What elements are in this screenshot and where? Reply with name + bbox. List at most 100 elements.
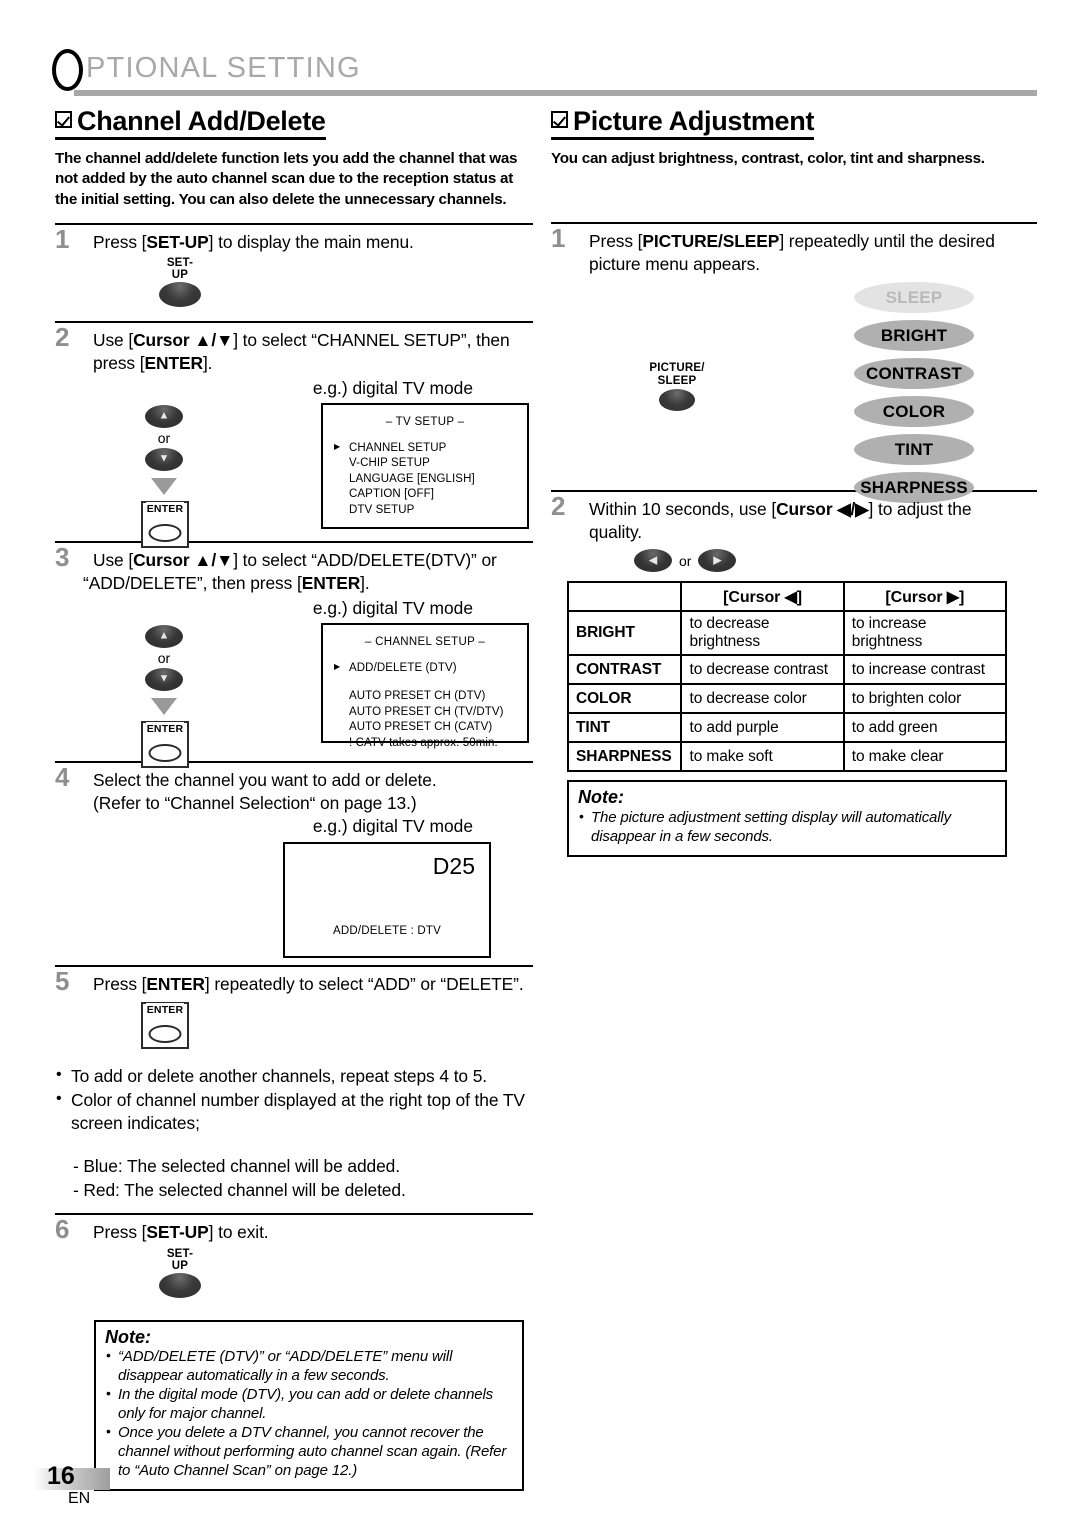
step-4-text-line1: Select the channel you want to add or de… <box>93 769 437 790</box>
picture-adjustment-title-text: Picture Adjustment <box>573 106 815 136</box>
note-list: The picture adjustment setting display w… <box>578 808 996 847</box>
step-3-or-label: or <box>157 649 171 666</box>
table-cell-right: to add green <box>842 712 1008 744</box>
tip-bullet: To add or delete another channels, repea… <box>55 1064 533 1088</box>
enter-button-icon[interactable]: ENTER <box>141 1002 189 1050</box>
setup-button-label: SET-UP <box>166 256 194 282</box>
enter-button-ellipse <box>148 743 182 762</box>
table-cell-right: to brighten color <box>842 683 1008 715</box>
cursor-left-button-icon[interactable]: ◀ <box>634 549 672 573</box>
cursor-down-button-icon[interactable]: ▼ <box>145 447 183 471</box>
cursor-up-button-icon[interactable]: ▲ <box>145 404 183 428</box>
osd-item: ! CATV takes approx. 50min. <box>349 737 498 750</box>
table-header-cursor-right: [Cursor ▶] <box>842 581 1008 613</box>
enter-button-icon[interactable]: ENTER <box>141 720 189 768</box>
page-language: EN <box>68 1490 91 1507</box>
setup-button-icon[interactable] <box>159 1272 201 1298</box>
step-4-number: 4 <box>55 761 70 792</box>
cursor-up-button-icon[interactable]: ▲ <box>145 624 183 648</box>
osd-title: – CHANNEL SETUP – <box>364 635 486 648</box>
cursor-lr-button-group: ◀ or ▶ <box>634 549 1037 573</box>
color-legend-item: - Red: The selected channel will be dele… <box>73 1179 406 1200</box>
left-column: Channel Add/Delete The channel add/delet… <box>55 106 533 1491</box>
step-3-remote-keys: ▲ or ▼ ENTER <box>141 624 189 768</box>
osd-item: CAPTION [OFF] <box>349 488 434 501</box>
osd-spacer <box>349 676 527 689</box>
osd-item: DTV SETUP <box>349 504 415 517</box>
table-row-name: SHARPNESS <box>566 741 683 773</box>
table-cell-left: to make soft <box>680 741 845 773</box>
menu-oval-sleep: SLEEP <box>854 282 974 314</box>
step-3-text-line2: “ADD/DELETE”, then press [ENTER]. <box>83 572 370 593</box>
table-cell-left: to decrease color <box>680 683 845 715</box>
table-row: BRIGHT to decrease brightness to increas… <box>566 610 1008 657</box>
channel-setup-osd-screen: – CHANNEL SETUP – ADD/DELETE (DTV) AUTO … <box>321 622 529 749</box>
picture-sleep-button-label-line2: SLEEP <box>657 374 697 387</box>
note-item: The picture adjustment setting display w… <box>578 808 996 847</box>
r-step-1-text-line1: Press [PICTURE/SLEEP] repeatedly until t… <box>589 231 995 252</box>
enter-button-label: ENTER <box>146 721 184 737</box>
menu-oval-tint: TINT <box>854 434 974 466</box>
osd-title: – TV SETUP – <box>385 415 465 428</box>
step-2-text-line2: press [ENTER]. <box>93 352 213 373</box>
menu-oval-bright: BRIGHT <box>854 320 974 352</box>
picture-sleep-button-label-line1: PICTURE/ <box>649 362 705 375</box>
tip-bullet: Color of channel number displayed at the… <box>55 1088 533 1136</box>
color-legend-item: - Blue: The selected channel will be add… <box>73 1156 400 1177</box>
table-cell-left: to decrease contrast <box>680 654 845 686</box>
picture-sleep-button-icon[interactable] <box>659 389 695 412</box>
osd-item-list: ADD/DELETE (DTV) AUTO PRESET CH (DTV) AU… <box>323 661 527 752</box>
enter-button-label: ENTER <box>146 501 184 517</box>
table-cell-right: to increase contrast <box>842 654 1008 686</box>
table-row: SHARPNESS to make soft to make clear <box>566 741 1008 773</box>
step-2-number: 2 <box>55 321 70 352</box>
step-6: 6 Press [SET-UP] to exit. SET-UP <box>55 1215 533 1298</box>
table-header-blank <box>566 581 683 613</box>
cursor-right-button-icon[interactable]: ▶ <box>698 549 737 573</box>
step-1-text: Press [SET-UP] to display the main menu. <box>93 231 414 252</box>
setup-button-icon-group: SET-UP <box>159 1248 533 1298</box>
osd-item: V-CHIP SETUP <box>349 457 430 470</box>
table-cell-left: to add purple <box>680 712 845 744</box>
checkbox-icon <box>55 111 72 128</box>
note-title: Note: <box>105 1326 151 1347</box>
setup-button-icon[interactable] <box>159 281 201 307</box>
header-o-glyph <box>52 49 83 91</box>
setup-key-ref: SET-UP <box>146 231 209 252</box>
flow-down-arrow-icon <box>151 697 177 715</box>
menu-oval-contrast: CONTRAST <box>854 358 974 390</box>
note-list: “ADD/DELETE (DTV)” or “ADD/DELETE” menu … <box>105 1347 513 1481</box>
enter-button-icon[interactable]: ENTER <box>141 500 189 548</box>
flow-down-arrow-icon <box>151 477 177 495</box>
setup-button-label: SET-UP <box>166 1247 194 1273</box>
table-row-name: TINT <box>566 712 683 744</box>
osd-item-list: CHANNEL SETUP V-CHIP SETUP LANGUAGE [ENG… <box>323 441 527 519</box>
menu-oval-color: COLOR <box>854 396 974 428</box>
table-header-cursor-left: [Cursor ◀] <box>680 581 845 613</box>
r-step-2: 2 Within 10 seconds, use [Cursor ◀/▶] to… <box>551 492 1037 857</box>
note-item: In the digital mode (DTV), you can add o… <box>105 1385 513 1424</box>
step-1-number: 1 <box>55 223 70 254</box>
table-row-name: COLOR <box>566 683 683 715</box>
checkbox-icon <box>551 111 568 128</box>
cursor-down-button-icon[interactable]: ▼ <box>145 667 183 691</box>
osd-mode-label: ADD/DELETE : DTV <box>333 925 441 938</box>
r-step-1-number: 1 <box>551 223 566 254</box>
step-4-text-line2: (Refer to “Channel Selection“ on page 13… <box>93 792 417 813</box>
r-step-1: 1 Press [PICTURE/SLEEP] repeatedly until… <box>551 223 1037 504</box>
note-item: Once you delete a DTV channel, you canno… <box>105 1423 513 1481</box>
enter-button-ellipse <box>148 1025 182 1044</box>
picture-adjustment-table: [Cursor ◀] [Cursor ▶] BRIGHT to decrease… <box>566 581 1008 773</box>
step-3-text-line1: Use [Cursor ▲/▼] to select “ADD/DELETE(D… <box>93 549 497 570</box>
right-column: Picture Adjustment You can adjust bright… <box>551 106 1037 857</box>
color-legend-list: - Blue: The selected channel will be add… <box>55 1155 533 1202</box>
osd-item: CHANNEL SETUP <box>334 441 527 457</box>
channel-add-delete-intro: The channel add/delete function lets you… <box>55 150 518 208</box>
header-title: PTIONAL SETTING <box>86 52 361 84</box>
step-2-example-label: e.g.) digital TV mode <box>312 377 473 398</box>
step-2-text-line1: Use [Cursor ▲/▼] to select “CHANNEL SETU… <box>93 329 510 350</box>
step-6-text: Press [SET-UP] to exit. <box>93 1222 269 1243</box>
table-row-name: CONTRAST <box>566 654 683 686</box>
step-3-example-label: e.g.) digital TV mode <box>312 597 473 618</box>
osd-item: AUTO PRESET CH (DTV) <box>349 690 486 703</box>
